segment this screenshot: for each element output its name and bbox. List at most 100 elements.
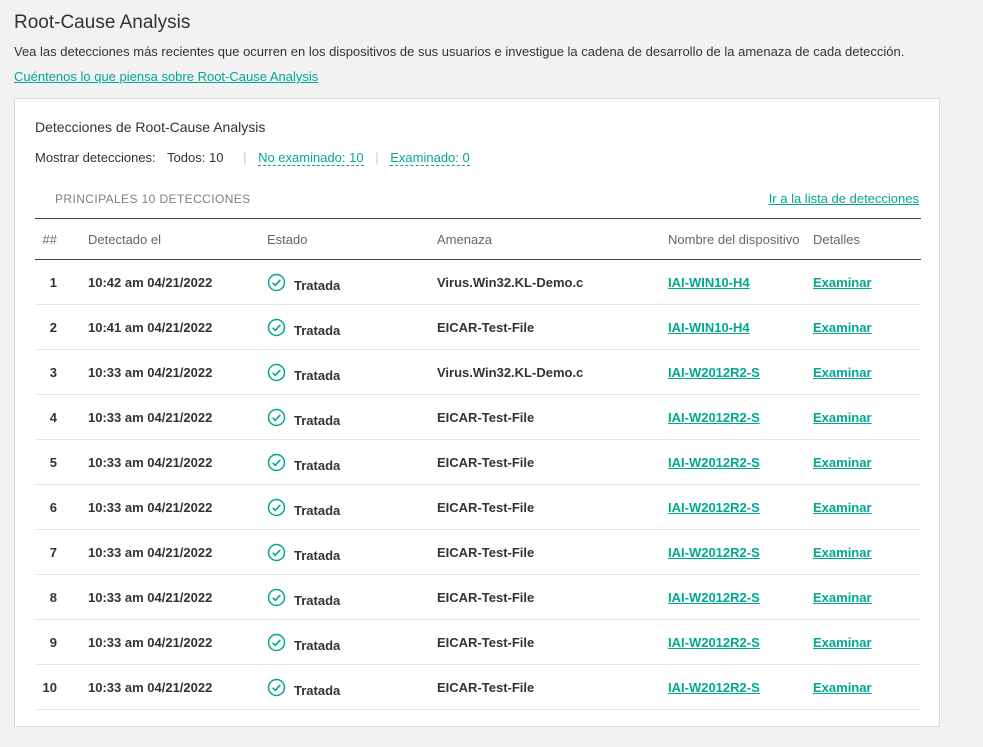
device-link[interactable]: IAI-WIN10-H4: [668, 275, 750, 290]
examine-link[interactable]: Examinar: [813, 365, 872, 380]
device-link[interactable]: IAI-W2012R2-S: [668, 500, 760, 515]
filter-row: Mostrar detecciones: Todos: 10 | No exam…: [35, 150, 919, 165]
device-link[interactable]: IAI-W2012R2-S: [668, 590, 760, 605]
threat-name: EICAR-Test-File: [437, 410, 668, 425]
detected-time: 10:33 am 04/21/2022: [88, 500, 267, 515]
row-number: 3: [35, 365, 88, 380]
examine-link[interactable]: Examinar: [813, 590, 872, 605]
device-cell: IAI-WIN10-H4: [668, 275, 813, 290]
details-cell: Examinar: [813, 680, 921, 695]
examine-link[interactable]: Examinar: [813, 410, 872, 425]
device-cell: IAI-WIN10-H4: [668, 320, 813, 335]
status-cell: Tratada: [267, 408, 437, 427]
examine-link[interactable]: Examinar: [813, 680, 872, 695]
device-link[interactable]: IAI-W2012R2-S: [668, 635, 760, 650]
status-label: Tratada: [294, 368, 340, 383]
check-circle-icon: [267, 453, 286, 472]
filter-separator: |: [375, 150, 378, 165]
status-cell: Tratada: [267, 588, 437, 607]
root-cause-analysis-page: Root-Cause Analysis Vea las detecciones …: [14, 12, 969, 727]
device-link[interactable]: IAI-W2012R2-S: [668, 680, 760, 695]
details-cell: Examinar: [813, 635, 921, 650]
check-circle-icon: [267, 678, 286, 697]
row-number: 9: [35, 635, 88, 650]
status-cell: Tratada: [267, 273, 437, 292]
detected-time: 10:33 am 04/21/2022: [88, 455, 267, 470]
threat-name: Virus.Win32.KL-Demo.c: [437, 275, 668, 290]
page-description: Vea las detecciones más recientes que oc…: [14, 44, 969, 59]
check-circle-icon: [267, 273, 286, 292]
check-circle-icon: [267, 543, 286, 562]
row-number: 8: [35, 590, 88, 605]
status-cell: Tratada: [267, 678, 437, 697]
header-device: Nombre del dispositivo: [668, 226, 813, 253]
details-cell: Examinar: [813, 320, 921, 335]
header-status: Estado: [267, 226, 437, 253]
examine-link[interactable]: Examinar: [813, 275, 872, 290]
feedback-link[interactable]: Cuéntenos lo que piensa sobre Root-Cause…: [14, 69, 318, 84]
device-cell: IAI-W2012R2-S: [668, 590, 813, 605]
status-label: Tratada: [294, 683, 340, 698]
threat-name: EICAR-Test-File: [437, 680, 668, 695]
device-link[interactable]: IAI-W2012R2-S: [668, 410, 760, 425]
detected-time: 10:33 am 04/21/2022: [88, 410, 267, 425]
device-cell: IAI-W2012R2-S: [668, 680, 813, 695]
filter-separator: |: [243, 150, 246, 165]
examine-link[interactable]: Examinar: [813, 320, 872, 335]
device-link[interactable]: IAI-W2012R2-S: [668, 455, 760, 470]
threat-name: Virus.Win32.KL-Demo.c: [437, 365, 668, 380]
table-row: 2 10:41 am 04/21/2022 Tratada EICAR-Test…: [35, 305, 921, 350]
status-label: Tratada: [294, 413, 340, 428]
header-number: ##: [35, 226, 88, 253]
header-threat: Amenaza: [437, 226, 668, 253]
status-label: Tratada: [294, 278, 340, 293]
row-number: 10: [35, 680, 88, 695]
table-row: 10 10:33 am 04/21/2022 Tratada EICAR-Tes…: [35, 665, 921, 710]
examine-link[interactable]: Examinar: [813, 545, 872, 560]
status-label: Tratada: [294, 638, 340, 653]
filter-all[interactable]: Todos: 10: [167, 150, 223, 165]
details-cell: Examinar: [813, 365, 921, 380]
check-circle-icon: [267, 498, 286, 517]
detected-time: 10:33 am 04/21/2022: [88, 635, 267, 650]
device-cell: IAI-W2012R2-S: [668, 365, 813, 380]
device-cell: IAI-W2012R2-S: [668, 545, 813, 560]
table-row: 8 10:33 am 04/21/2022 Tratada EICAR-Test…: [35, 575, 921, 620]
device-link[interactable]: IAI-W2012R2-S: [668, 545, 760, 560]
threat-name: EICAR-Test-File: [437, 545, 668, 560]
detected-time: 10:33 am 04/21/2022: [88, 365, 267, 380]
row-number: 1: [35, 275, 88, 290]
status-cell: Tratada: [267, 633, 437, 652]
detected-time: 10:33 am 04/21/2022: [88, 680, 267, 695]
device-cell: IAI-W2012R2-S: [668, 500, 813, 515]
details-cell: Examinar: [813, 500, 921, 515]
status-cell: Tratada: [267, 543, 437, 562]
examine-link[interactable]: Examinar: [813, 500, 872, 515]
examine-link[interactable]: Examinar: [813, 635, 872, 650]
detections-list-link[interactable]: Ir a la lista de detecciones: [769, 191, 919, 206]
threat-name: EICAR-Test-File: [437, 500, 668, 515]
filter-label: Mostrar detecciones:: [35, 150, 156, 165]
check-circle-icon: [267, 318, 286, 337]
row-number: 5: [35, 455, 88, 470]
table-caption-row: PRINCIPALES 10 DETECCIONES Ir a la lista…: [35, 191, 919, 206]
table-row: 7 10:33 am 04/21/2022 Tratada EICAR-Test…: [35, 530, 921, 575]
panel-title: Detecciones de Root-Cause Analysis: [35, 119, 919, 135]
table-row: 9 10:33 am 04/21/2022 Tratada EICAR-Test…: [35, 620, 921, 665]
status-label: Tratada: [294, 323, 340, 338]
table-row: 4 10:33 am 04/21/2022 Tratada EICAR-Test…: [35, 395, 921, 440]
details-cell: Examinar: [813, 275, 921, 290]
header-detected: Detectado el: [88, 226, 267, 253]
details-cell: Examinar: [813, 545, 921, 560]
table-row: 6 10:33 am 04/21/2022 Tratada EICAR-Test…: [35, 485, 921, 530]
examine-link[interactable]: Examinar: [813, 455, 872, 470]
status-cell: Tratada: [267, 453, 437, 472]
filter-not-examined[interactable]: No examinado: 10: [258, 150, 364, 166]
details-cell: Examinar: [813, 455, 921, 470]
device-link[interactable]: IAI-WIN10-H4: [668, 320, 750, 335]
status-label: Tratada: [294, 548, 340, 563]
detected-time: 10:33 am 04/21/2022: [88, 590, 267, 605]
filter-examined[interactable]: Examinado: 0: [390, 150, 470, 166]
status-cell: Tratada: [267, 363, 437, 382]
device-link[interactable]: IAI-W2012R2-S: [668, 365, 760, 380]
